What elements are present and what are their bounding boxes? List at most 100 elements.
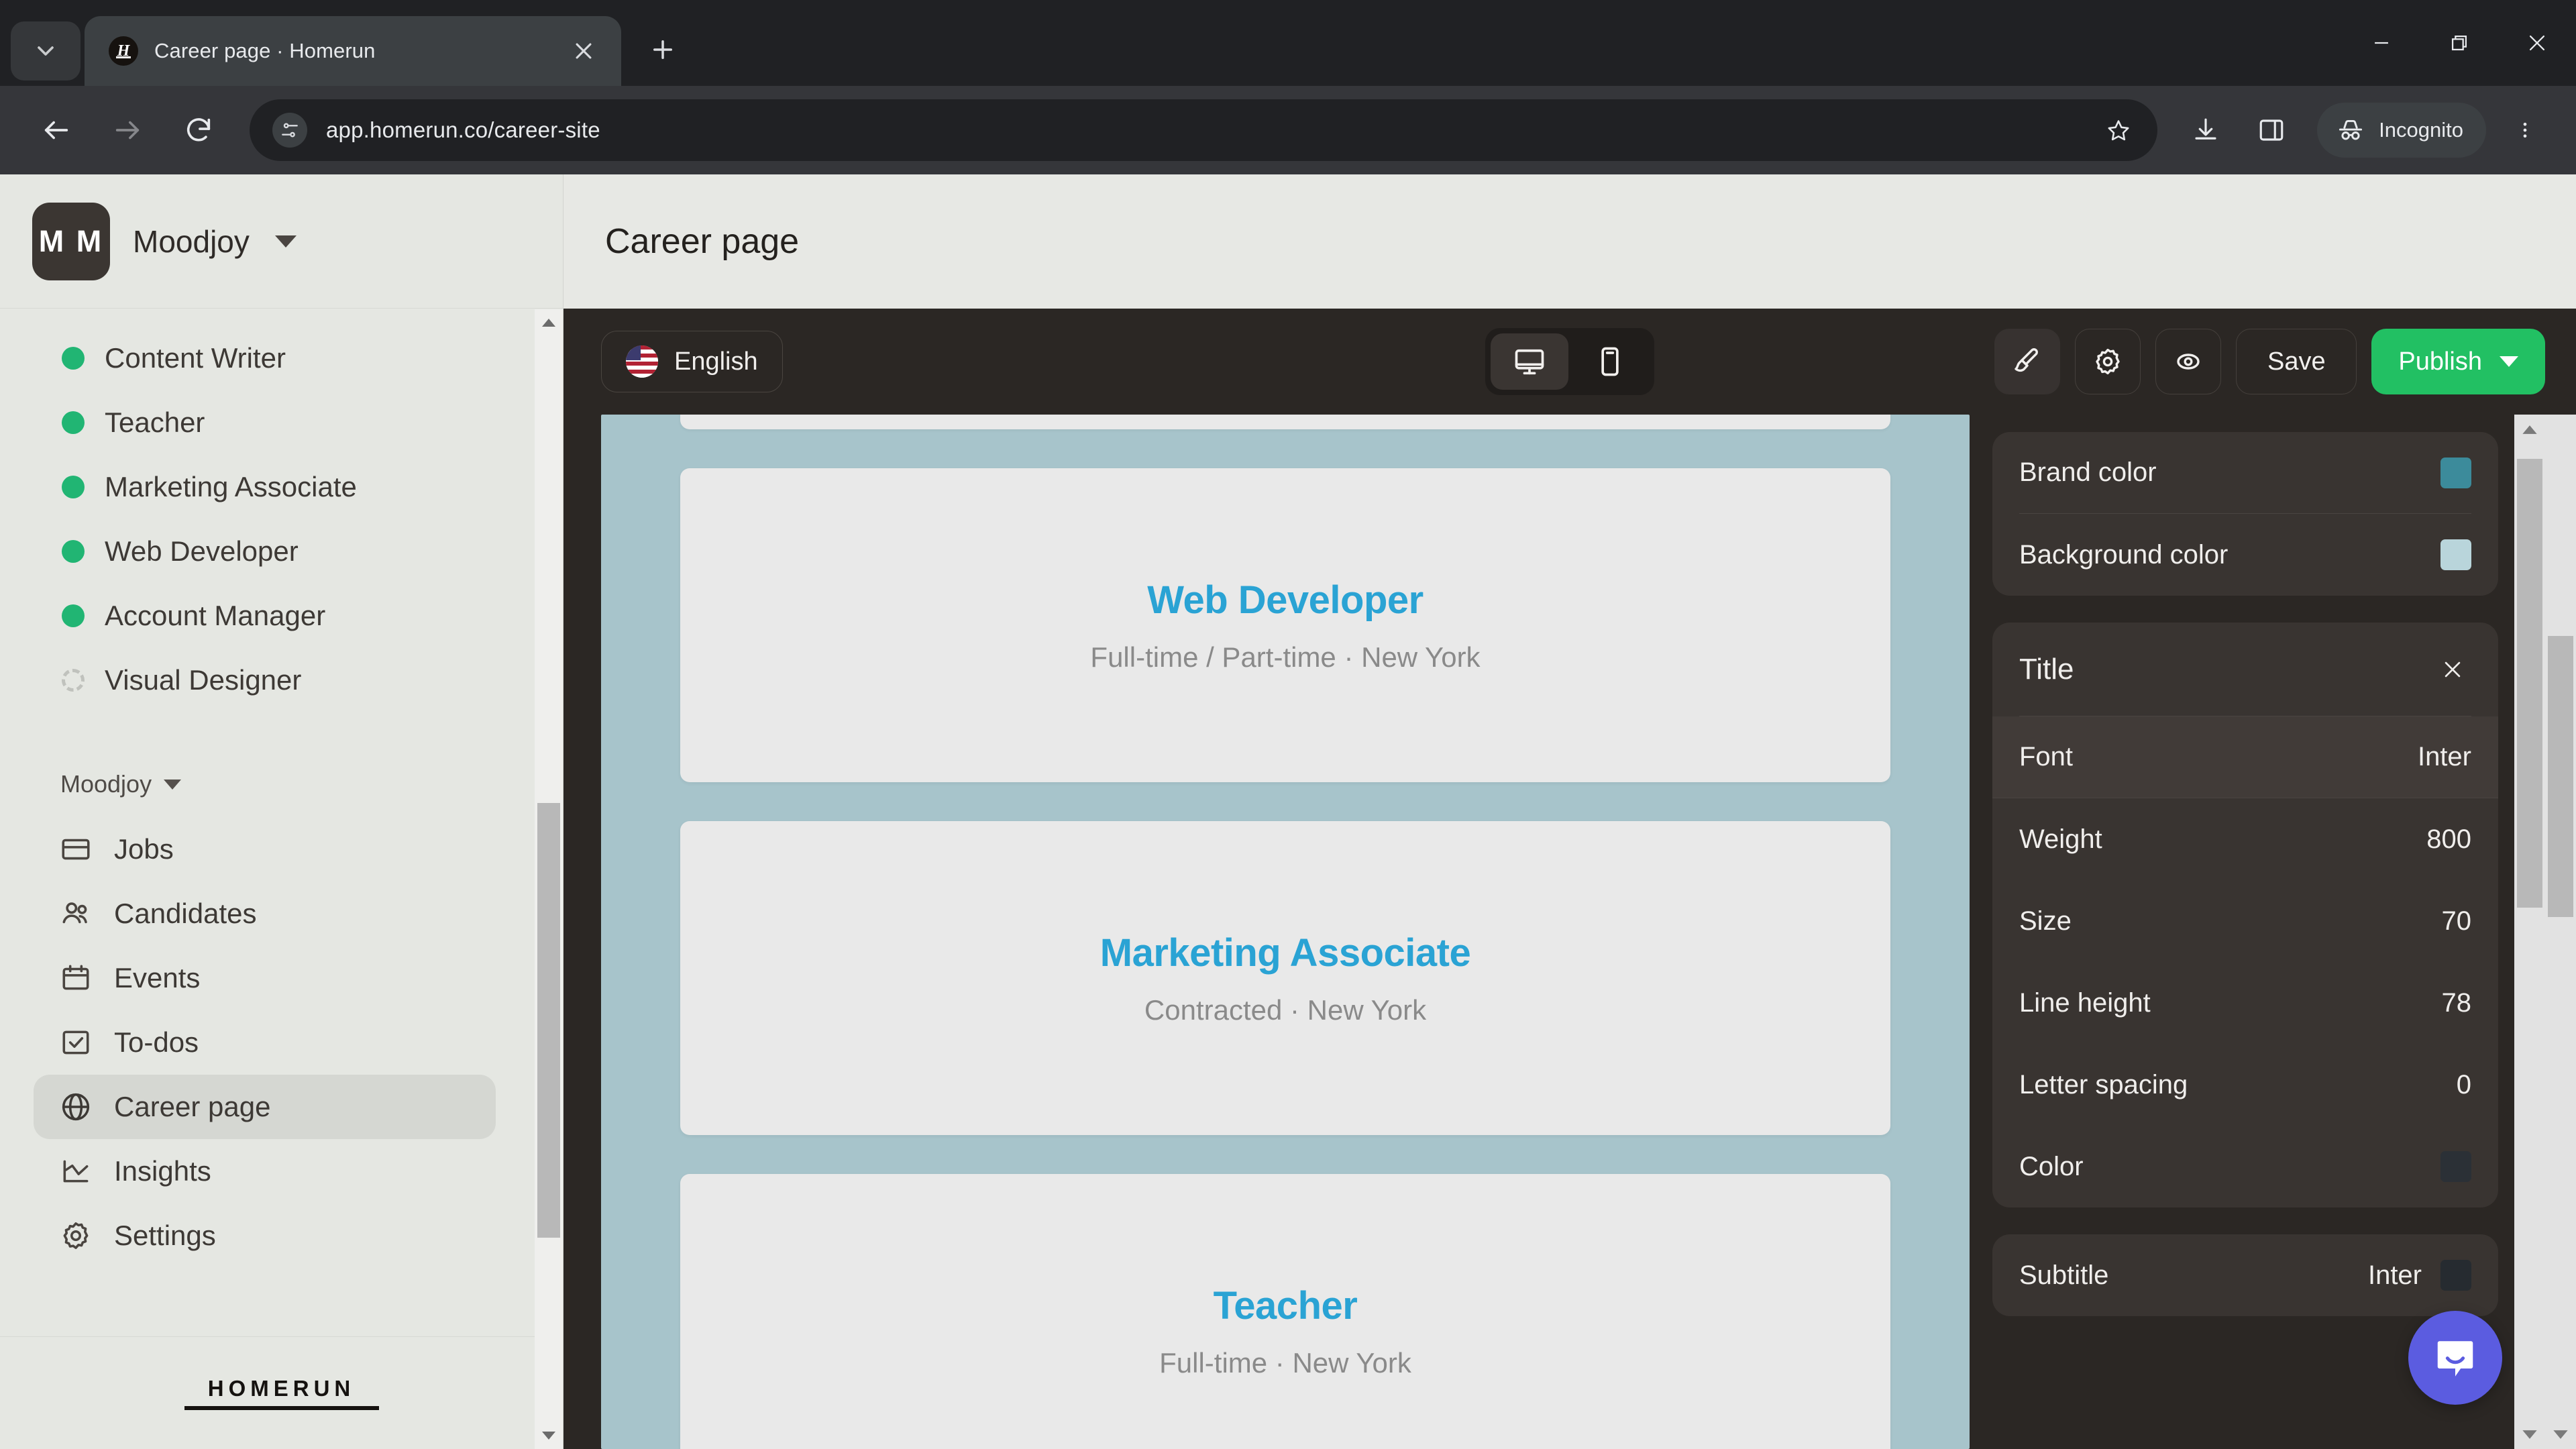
- job-card-meta: Contracted · New York: [1144, 994, 1427, 1026]
- status-dot-draft: [62, 669, 85, 692]
- sidebar-item-label: Career page: [114, 1091, 271, 1122]
- intercom-launcher[interactable]: [2408, 1311, 2502, 1405]
- save-button[interactable]: Save: [2236, 329, 2357, 394]
- size-label: Size: [2019, 906, 2072, 936]
- org-switcher[interactable]: M M Moodjoy: [0, 174, 563, 309]
- job-card-partial[interactable]: [680, 415, 1890, 429]
- sidebar-job-visual-designer[interactable]: Visual Designer: [0, 648, 563, 712]
- scroll-down-button[interactable]: [2514, 1419, 2545, 1449]
- job-label: Account Manager: [105, 600, 326, 631]
- homerun-wordmark: HOMERUN: [207, 1376, 356, 1401]
- preview-button[interactable]: [2155, 329, 2222, 394]
- desktop-view-button[interactable]: [1491, 333, 1568, 390]
- nav-org-switcher[interactable]: Moodjoy: [0, 761, 563, 808]
- sidebar-job-web-developer[interactable]: Web Developer: [0, 519, 563, 584]
- line-height-value: 78: [2441, 987, 2472, 1018]
- address-bar[interactable]: app.homerun.co/career-site: [250, 99, 2158, 161]
- settings-button[interactable]: [2075, 329, 2141, 394]
- publish-button[interactable]: Publish: [2371, 329, 2545, 394]
- minimize-button[interactable]: [2343, 0, 2420, 86]
- subtitle-color-swatch[interactable]: [2440, 1260, 2471, 1291]
- sidebar-job-account-manager[interactable]: Account Manager: [0, 584, 563, 648]
- new-tab-button[interactable]: [636, 23, 690, 76]
- font-row[interactable]: Font Inter: [1992, 716, 2498, 798]
- page-scrollbar[interactable]: [2545, 415, 2576, 1449]
- brand-color-row[interactable]: Brand color: [2019, 432, 2471, 514]
- sidebar-job-content-writer[interactable]: Content Writer: [0, 326, 563, 390]
- scroll-track[interactable]: [2514, 444, 2545, 1419]
- sidebar-item-settings[interactable]: Settings: [34, 1203, 496, 1268]
- line-height-row[interactable]: Line height 78: [2019, 962, 2471, 1044]
- letter-spacing-row[interactable]: Letter spacing 0: [2019, 1044, 2471, 1126]
- job-label: Teacher: [105, 407, 205, 438]
- language-selector[interactable]: English: [601, 331, 783, 392]
- scroll-up-button[interactable]: [2514, 415, 2545, 444]
- scroll-up-button[interactable]: [535, 309, 563, 336]
- reload-button[interactable]: [166, 98, 231, 162]
- scroll-thumb[interactable]: [2517, 458, 2542, 908]
- app-sidebar: M M Moodjoy Content Writer Teacher Marke…: [0, 174, 564, 1449]
- close-window-button[interactable]: [2498, 0, 2576, 86]
- mobile-view-button[interactable]: [1571, 333, 1649, 390]
- sidebar-item-events[interactable]: Events: [34, 946, 496, 1010]
- people-icon: [62, 902, 87, 924]
- background-color-swatch[interactable]: [2440, 539, 2471, 570]
- scroll-down-button[interactable]: [2545, 1419, 2576, 1449]
- job-card[interactable]: Teacher Full-time · New York: [680, 1174, 1890, 1449]
- site-info-button[interactable]: [272, 113, 307, 148]
- scroll-track[interactable]: [535, 336, 563, 1422]
- size-value: 70: [2441, 906, 2472, 936]
- close-icon: [2445, 661, 2461, 677]
- title-color-label: Color: [2019, 1151, 2084, 1181]
- scroll-thumb[interactable]: [537, 803, 560, 1238]
- side-panel-button[interactable]: [2242, 101, 2301, 160]
- sidebar-scrollbar[interactable]: [535, 309, 563, 1449]
- brand-color-swatch[interactable]: [2440, 457, 2471, 488]
- title-color-row[interactable]: Color: [2019, 1126, 2471, 1208]
- sidebar-job-marketing-associate[interactable]: Marketing Associate: [0, 455, 563, 519]
- sidebar-item-insights[interactable]: Insights: [34, 1139, 496, 1203]
- design-button[interactable]: [1994, 329, 2061, 394]
- maximize-button[interactable]: [2420, 0, 2498, 86]
- tab-search-button[interactable]: [11, 21, 80, 80]
- incognito-indicator[interactable]: Incognito: [2317, 103, 2486, 158]
- browser-menu-button[interactable]: [2498, 101, 2552, 160]
- scroll-thumb[interactable]: [2548, 635, 2573, 917]
- sidebar-job-teacher[interactable]: Teacher: [0, 390, 563, 455]
- background-color-label: Background color: [2019, 539, 2229, 570]
- sidebar-item-label: Jobs: [114, 833, 174, 865]
- plus-icon: [653, 40, 672, 59]
- editor-panel-scrollbar[interactable]: [2514, 415, 2545, 1449]
- line-chart-icon: [63, 1160, 89, 1183]
- bookmark-button[interactable]: [2100, 111, 2137, 149]
- page-header: Career page: [564, 174, 2576, 309]
- sidebar-item-to-dos[interactable]: To-dos: [34, 1010, 496, 1075]
- close-title-section-button[interactable]: [2434, 651, 2471, 688]
- subtitle-row[interactable]: Subtitle Inter: [2019, 1234, 2471, 1316]
- status-dot-published: [62, 604, 85, 627]
- title-color-swatch[interactable]: [2440, 1151, 2471, 1182]
- sidebar-item-jobs[interactable]: Jobs: [34, 817, 496, 881]
- background-color-row[interactable]: Background color: [2019, 514, 2471, 596]
- browser-tab[interactable]: H Career page · Homerun: [85, 16, 621, 86]
- job-card[interactable]: Web Developer Full-time / Part-time · Ne…: [680, 468, 1890, 782]
- scroll-track[interactable]: [2545, 415, 2576, 1419]
- career-page-preview[interactable]: Web Developer Full-time / Part-time · Ne…: [601, 415, 1970, 1449]
- downloads-button[interactable]: [2176, 101, 2235, 160]
- back-button[interactable]: [24, 98, 89, 162]
- tab-close-button[interactable]: [565, 32, 602, 70]
- weight-row[interactable]: Weight 800: [2019, 798, 2471, 880]
- sidebar-item-candidates[interactable]: Candidates: [34, 881, 496, 946]
- size-row[interactable]: Size 70: [2019, 880, 2471, 962]
- favicon-underline: [116, 56, 131, 58]
- tab-strip: H Career page · Homerun: [0, 0, 2576, 86]
- forward-button[interactable]: [95, 98, 160, 162]
- sidebar-item-career-page[interactable]: Career page: [34, 1075, 496, 1139]
- download-icon: [2195, 118, 2216, 140]
- job-card[interactable]: Marketing Associate Contracted · New Yor…: [680, 821, 1890, 1135]
- scroll-down-button[interactable]: [535, 1422, 563, 1449]
- line-height-label: Line height: [2019, 987, 2151, 1018]
- job-card-meta: Full-time / Part-time · New York: [1090, 641, 1481, 673]
- status-dot-published: [62, 540, 85, 563]
- site-settings-icon: [282, 123, 298, 138]
